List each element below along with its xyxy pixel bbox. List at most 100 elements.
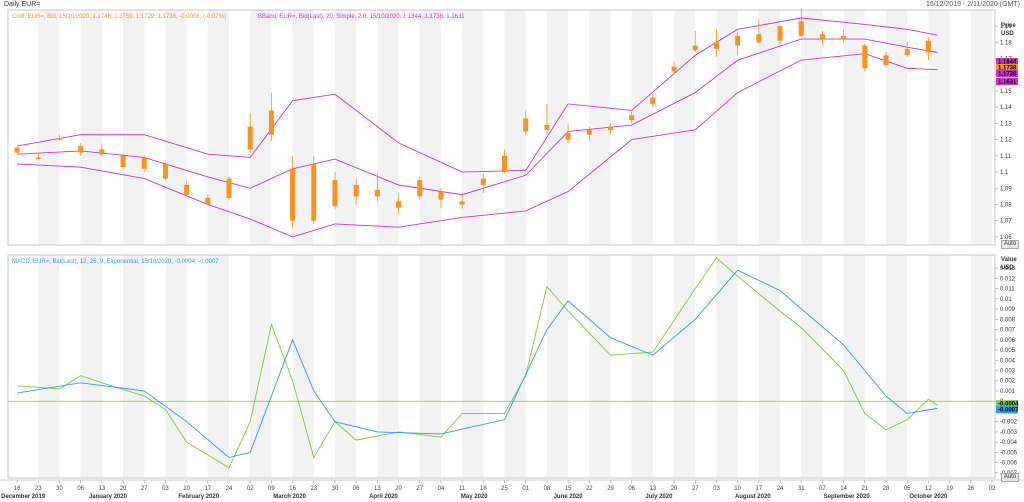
macd-tick-label: 0.008 [1000,317,1016,323]
x-day-tick: 06 [353,486,360,492]
candle-body [438,191,444,200]
candle-body [586,129,592,135]
macd-tick-label: 0.001 [1000,389,1016,395]
x-day-tick: 20 [120,486,127,492]
candle-body [35,157,41,160]
week-band [38,255,60,478]
x-day-tick: 11 [459,486,466,492]
candle-body [819,34,825,40]
week-band [80,10,102,245]
x-day-tick: 21 [861,486,868,492]
week-band [546,10,569,245]
week-band [631,10,653,245]
x-day-tick: 15 [565,486,572,492]
candle-body [99,149,105,155]
macd-tick-label: -0.004 [1000,440,1018,446]
week-band [462,255,484,478]
week-band [801,255,823,478]
week-band [165,10,187,245]
macd-badge-label: -0.0007 [998,408,1019,414]
eurusd-chart[interactable]: 16 23 30 06 13 20 27 03 10 17 24 02 09 16 23 30 06 13 20 27… [0,0,1024,502]
candle-body [883,55,889,66]
x-day-tick: 20 [395,486,402,492]
week-band [631,255,653,478]
candle-body [777,26,783,41]
price-tick-label: 1.07 [1000,219,1012,225]
macd-auto-button[interactable]: Auto [1001,473,1019,482]
candle-legend: Cndl, EUR=, Bid, 15/10/2020, 1.1746, 1.1… [12,14,226,20]
x-day-tick: 12 [925,486,932,492]
x-day-tick: 13 [99,486,106,492]
x-day-tick: 19 [946,486,953,492]
x-month-label: August 2020 [735,494,771,500]
candle-body [417,180,423,197]
price-auto-button[interactable]: Auto [1001,240,1019,249]
macd-tick-label: -0.005 [1000,450,1018,456]
candle-body [353,185,359,197]
macd-axis-unit: USD [1001,265,1014,271]
x-month-label: December 2019 [1,494,46,500]
candle-body [56,137,62,140]
x-day-tick: 30 [332,486,339,492]
week-band [716,10,738,245]
price-tick-label: 1.09 [1000,186,1012,192]
x-month-label: May 2020 [461,494,488,500]
candle-body [396,201,402,208]
macd-tick-label: -0.006 [1000,461,1018,467]
x-day-tick: 14 [840,486,847,492]
x-day-tick: 24 [777,486,784,492]
x-month-label: October 2020 [909,494,948,500]
x-month-label: February 2020 [178,494,219,500]
candle-body [925,40,931,53]
week-band [843,10,865,245]
x-month-label: March 2020 [273,494,306,500]
week-band [674,255,696,478]
price-tick-label: 1.1 [1000,170,1009,176]
week-band [334,10,357,245]
macd-tick-label: 0.004 [1000,358,1016,364]
candle-body [268,110,274,135]
week-band [970,10,992,245]
candle-body [120,155,126,168]
x-month-label: January 2020 [89,494,128,500]
week-band [419,255,441,478]
price-tick-label: 1.13 [1000,121,1012,127]
x-day-tick: 30 [56,486,63,492]
price-tick-label: 1.18 [1000,40,1012,46]
x-day-tick: 10 [183,486,190,492]
week-band [716,255,738,478]
price-badge-label: 1.1631 [998,80,1017,86]
macd-tick-label: 0.005 [1000,348,1016,354]
week-band [928,255,950,478]
x-day-tick: 08 [544,486,551,492]
candle-body [226,178,232,198]
candle-body [247,126,253,150]
candle-body [713,42,719,49]
x-day-tick: 22 [586,486,593,492]
x-day-tick: 16 [289,486,296,492]
x-day-tick: 23 [35,486,42,492]
macd-tick-label: 0.012 [1000,276,1016,282]
x-day-tick: 01 [522,486,529,492]
x-month-label: June 2020 [554,494,584,500]
candle-body [798,21,804,36]
x-day-tick: 27 [692,486,699,492]
candle-body [671,66,677,72]
week-band [207,10,230,245]
candle-body [756,34,762,43]
x-day-tick: 03 [162,486,169,492]
week-band [292,10,314,245]
x-day-tick: 27 [416,486,423,492]
price-tick-label: 1.08 [1000,202,1012,208]
candle-body [459,201,465,205]
x-day-tick: 27 [141,486,148,492]
candle-body [523,118,529,132]
x-day-tick: 24 [226,486,233,492]
candle-body [14,147,20,153]
candle-body [290,168,296,221]
candle-body [205,197,211,205]
week-band [546,255,569,478]
candle-body [184,185,190,195]
week-band [38,10,60,245]
x-day-tick: 03 [713,486,720,492]
